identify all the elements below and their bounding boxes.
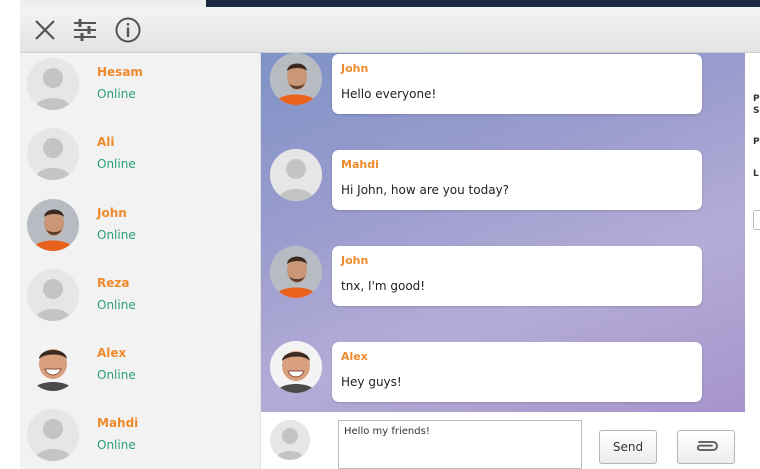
message-text: Hello everyone!: [341, 87, 437, 101]
contact-name: John: [97, 206, 127, 220]
message-bubble: Mahdi Hi John, how are you today?: [332, 150, 702, 210]
contact-name: Reza: [97, 276, 130, 290]
info-icon[interactable]: [113, 15, 143, 45]
default-user-icon: [270, 420, 310, 460]
panel-text-fragment: P: [753, 137, 760, 147]
attach-button[interactable]: [677, 430, 735, 464]
chat-messages-area[interactable]: John Hello everyone! Mahdi Hi John, how …: [261, 53, 745, 412]
window-top-strip: [206, 0, 760, 7]
contact-item-ali[interactable]: Ali Online: [20, 123, 261, 193]
message-sender: John: [341, 254, 369, 267]
toolbar-top-left-bg: [20, 0, 206, 7]
message-bubble: John Hello everyone!: [332, 54, 702, 114]
default-user-icon: [27, 409, 79, 461]
contact-item-mahdi[interactable]: Mahdi Online: [20, 404, 261, 469]
message-sender: Alex: [341, 350, 368, 363]
message-sender: Mahdi: [341, 158, 379, 171]
alex-photo: [270, 341, 322, 393]
contact-status: Online: [97, 87, 136, 101]
contact-name: Ali: [97, 135, 115, 149]
contact-name: Alex: [97, 346, 127, 360]
panel-text-fragment: S: [753, 106, 760, 116]
contact-item-alex[interactable]: Alex Online: [20, 334, 261, 404]
panel-text-fragment: L: [753, 169, 759, 179]
message-bubble: John tnx, I'm good!: [332, 246, 702, 306]
default-user-icon: [270, 149, 322, 201]
john-photo: [270, 53, 322, 105]
default-user-icon: [27, 269, 79, 321]
toolbar: [20, 7, 760, 53]
message-bubble: Alex Hey guys!: [332, 342, 702, 402]
default-user-icon: [27, 58, 79, 110]
panel-text-fragment: P: [753, 94, 760, 104]
contact-status: Online: [97, 228, 136, 242]
panel-button[interactable]: [753, 210, 760, 230]
close-icon[interactable]: [30, 15, 60, 45]
message-sender: John: [341, 62, 369, 75]
message-text: Hey guys!: [341, 375, 402, 389]
john-photo: [270, 246, 322, 298]
contact-item-hesam[interactable]: Hesam Online: [20, 53, 261, 123]
contact-item-john[interactable]: John Online: [20, 194, 261, 264]
contact-status: Online: [97, 298, 136, 312]
john-photo: [27, 199, 79, 251]
message-input[interactable]: Hello my friends!: [338, 420, 582, 469]
alex-photo: [27, 339, 79, 391]
sliders-icon[interactable]: [70, 15, 100, 45]
contact-status: Online: [97, 438, 136, 452]
message-text: tnx, I'm good!: [341, 279, 426, 293]
contact-name: Mahdi: [97, 416, 139, 430]
contact-item-reza[interactable]: Reza Online: [20, 264, 261, 334]
chat-app-window: Hesam Online Ali Online John Online Reza…: [0, 0, 760, 469]
contact-status: Online: [97, 368, 136, 382]
details-panel: P S P L: [745, 53, 760, 469]
send-button[interactable]: Send: [599, 430, 657, 464]
message-composer: Hello my friends! Send: [261, 412, 745, 469]
default-user-icon: [27, 128, 79, 180]
contacts-sidebar: Hesam Online Ali Online John Online Reza…: [20, 53, 261, 469]
contact-name: Hesam: [97, 65, 143, 79]
contact-status: Online: [97, 157, 136, 171]
paperclip-icon: [691, 439, 721, 456]
message-text: Hi John, how are you today?: [341, 183, 510, 197]
